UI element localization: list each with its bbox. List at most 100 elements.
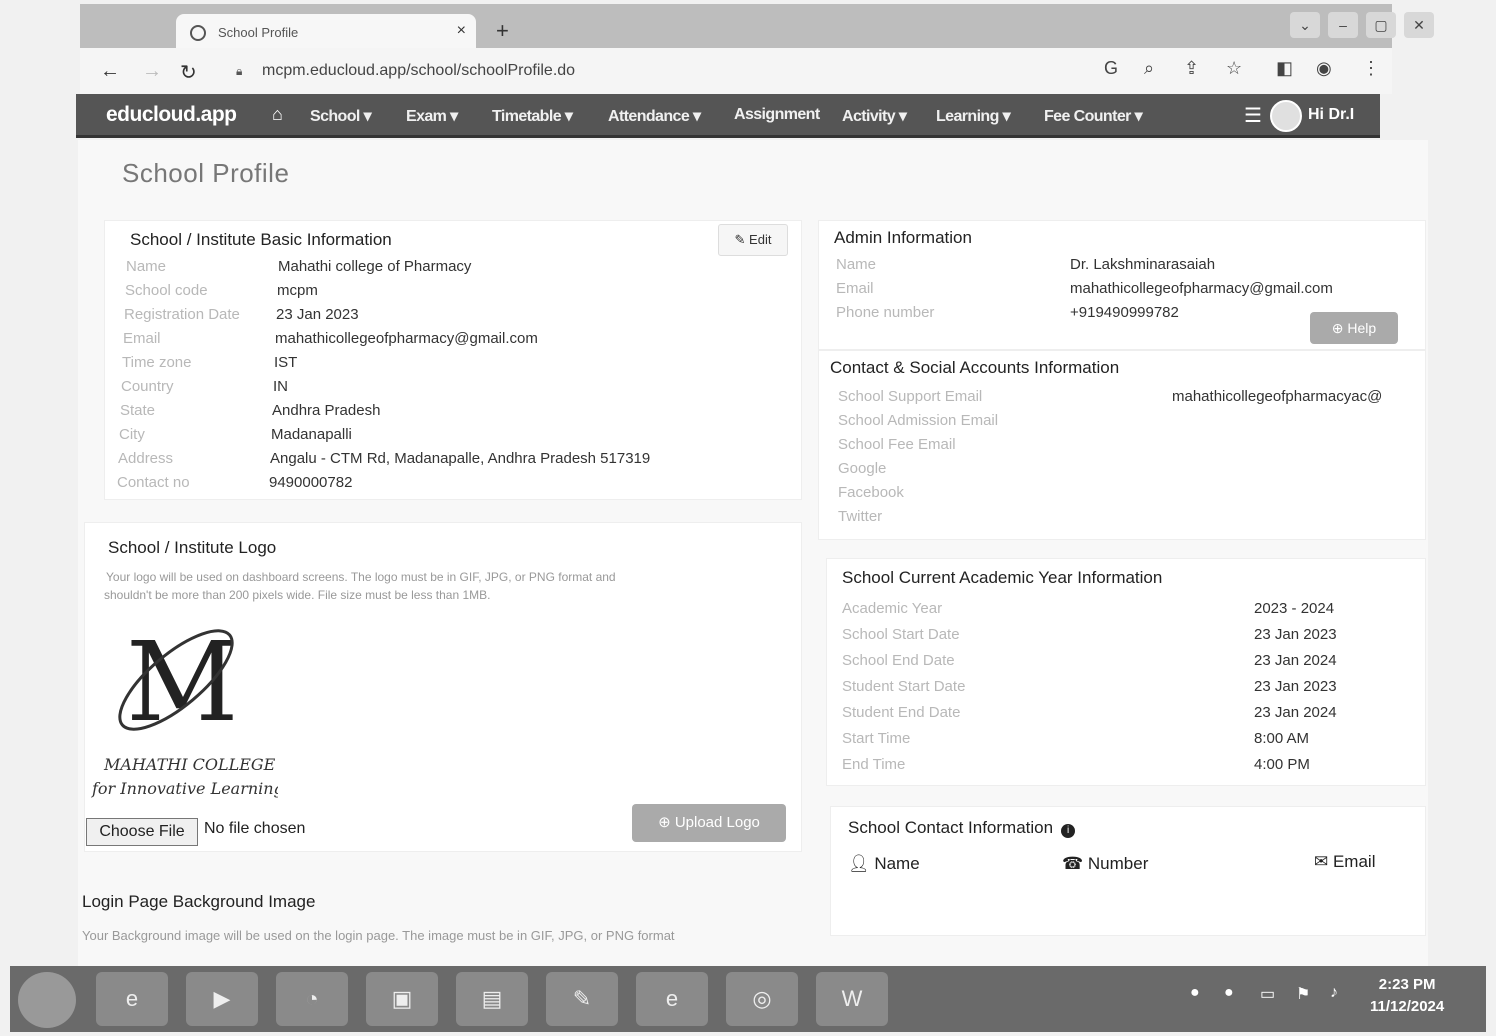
contact-social-label: School Fee Email: [838, 436, 956, 453]
contact-social-label: Twitter: [838, 508, 883, 525]
admin-info-value: Dr. Lakshminarasaiah: [1070, 256, 1216, 273]
word-icon[interactable]: W: [816, 972, 888, 1026]
hamburger-menu-icon[interactable]: ☰: [1244, 103, 1262, 128]
academic-year-value: 23 Jan 2024: [1254, 652, 1337, 669]
contact-social-label: School Support Email: [838, 388, 983, 405]
ie-icon[interactable]: e: [96, 972, 168, 1026]
address-bar: ← → ↻ 🔒︎ mcpm.educloud.app/school/school…: [80, 48, 1392, 94]
nav-assignment[interactable]: Assignment: [734, 106, 820, 124]
home-icon[interactable]: ⌂: [272, 104, 283, 125]
paint-icon[interactable]: ✎: [546, 972, 618, 1026]
academic-year-label: End Time: [842, 756, 906, 773]
basic-info-value: Angalu - CTM Rd, Madanapalle, Andhra Pra…: [270, 450, 651, 467]
window-controls: ⌄ – ▢ ✕: [1290, 12, 1434, 38]
edge-icon[interactable]: e: [636, 972, 708, 1026]
brand-logo[interactable]: educloud.app: [106, 103, 237, 127]
logo-heading: School / Institute Logo: [108, 538, 277, 557]
back-arrow-icon[interactable]: ←: [100, 60, 120, 83]
admin-info-heading: Admin Information: [834, 228, 972, 247]
sidebar-icon[interactable]: ◧: [1276, 58, 1293, 79]
new-tab-button[interactable]: +: [496, 18, 509, 44]
academic-year-label: School End Date: [842, 652, 955, 669]
share-icon[interactable]: ⇪: [1184, 58, 1199, 79]
edit-button[interactable]: ✎ Edit: [718, 224, 788, 256]
lock-icon[interactable]: 🔒︎: [236, 64, 242, 79]
nav-timetable[interactable]: Timetable ▾: [492, 106, 573, 126]
browser-tab[interactable]: School Profile ×: [176, 14, 476, 52]
academic-year-value: 2023 - 2024: [1254, 600, 1335, 617]
basic-info-label: Name: [126, 258, 167, 275]
profile-icon[interactable]: ◉: [1316, 58, 1332, 79]
avatar[interactable]: [1270, 100, 1302, 132]
reload-icon[interactable]: ↻: [180, 60, 197, 85]
admin-info-value: +919490999782: [1070, 304, 1179, 321]
academic-year-label: Start Time: [842, 730, 911, 747]
basic-info-value: 9490000782: [269, 474, 353, 491]
chrome-icon[interactable]: ◎: [726, 972, 798, 1026]
help-button[interactable]: ⊕ Help: [1310, 312, 1398, 344]
academic-year-value: 23 Jan 2023: [1254, 626, 1337, 643]
svg-text:MAHATHI COLLEGE: MAHATHI COLLEGE: [103, 755, 276, 774]
google-icon[interactable]: G: [1104, 58, 1118, 79]
basic-info-label: School code: [125, 282, 208, 299]
forward-arrow-icon[interactable]: →: [142, 60, 162, 83]
basic-info-label: Contact no: [117, 474, 190, 491]
basic-info-value: IST: [274, 354, 298, 371]
flag-icon[interactable]: ⚑: [1296, 984, 1310, 1004]
user-greeting[interactable]: Hi Dr.I: [1308, 106, 1354, 124]
nav-fee-counter[interactable]: Fee Counter ▾: [1044, 106, 1143, 126]
maximize-icon[interactable]: ▢: [1366, 12, 1396, 38]
academic-year-label: Academic Year: [842, 600, 943, 617]
network-icon[interactable]: ▭: [1260, 984, 1275, 1004]
nav-school[interactable]: School ▾: [310, 106, 372, 126]
info-icon[interactable]: i: [1061, 824, 1076, 838]
menu-dots-icon[interactable]: ⋮: [1362, 58, 1380, 79]
basic-info-value: Mahathi college of Pharmacy: [278, 258, 472, 275]
clock-time: 2:23 PM: [1378, 976, 1436, 993]
choose-file-button[interactable]: Choose File: [86, 818, 198, 846]
volume-icon[interactable]: ♪: [1330, 984, 1338, 1002]
nav-attendance[interactable]: Attendance ▾: [608, 106, 701, 126]
admin-info-label: Email: [836, 280, 874, 297]
basic-info-label: Time zone: [122, 354, 192, 371]
tab-close-icon[interactable]: ×: [457, 22, 466, 40]
media-icon[interactable]: ▶: [186, 972, 258, 1026]
nav-activity[interactable]: Activity ▾: [842, 106, 907, 126]
admin-info-value: mahathicollegeofpharmacy@gmail.com: [1070, 280, 1333, 297]
url-field[interactable]: mcpm.educloud.app/school/schoolProfile.d…: [262, 62, 575, 80]
start-button[interactable]: [18, 972, 76, 1028]
nav-learning[interactable]: Learning ▾: [936, 106, 1011, 126]
academic-year-label: Student Start Date: [842, 678, 966, 695]
nav-exam[interactable]: Exam ▾: [406, 106, 458, 126]
firefox-icon[interactable]: ◔: [276, 972, 348, 1026]
basic-info-label: City: [119, 426, 145, 443]
upload-logo-button[interactable]: ⊕ Upload Logo: [632, 804, 786, 842]
tab-search-icon[interactable]: ⌄: [1290, 12, 1320, 38]
col-number-header: ☎︎ Number: [1062, 854, 1149, 873]
col-email-header: ✉︎ Email: [1314, 852, 1376, 871]
logo-note-line2: shouldn't be more than 200 pixels wide. …: [104, 588, 491, 602]
system-clock[interactable]: 2:23 PM 11/12/2024: [1370, 974, 1444, 1018]
basic-info-value: 23 Jan 2023: [276, 306, 359, 323]
contact-social-value: mahathicollegeofpharmacyac@: [1172, 388, 1383, 405]
tray-app-icon-2[interactable]: ●: [1224, 984, 1234, 1002]
zoom-icon[interactable]: ⌕: [1144, 58, 1154, 79]
folder-icon[interactable]: ▤: [456, 972, 528, 1026]
contact-social-label: School Admission Email: [838, 412, 999, 429]
academic-year-label: Student End Date: [842, 704, 961, 721]
basic-info-value: Andhra Pradesh: [272, 402, 381, 419]
admin-info-label: Phone number: [836, 304, 935, 321]
academic-year-value: 4:00 PM: [1254, 756, 1310, 773]
photo-icon[interactable]: ▣: [366, 972, 438, 1026]
star-icon[interactable]: ☆: [1226, 58, 1242, 79]
tray-app-icon-1[interactable]: ●: [1190, 984, 1200, 1002]
admin-info-label: Name: [836, 256, 877, 273]
school-contact-heading: School Contact Information i: [848, 818, 1076, 838]
basic-info-value: IN: [273, 378, 288, 395]
basic-info-label: Email: [123, 330, 161, 347]
page-title: School Profile: [122, 158, 290, 188]
window-close-icon[interactable]: ✕: [1404, 12, 1434, 38]
browser-tab-strip: School Profile × + ⌄ – ▢ ✕: [80, 4, 1434, 52]
academic-year-label: School Start Date: [842, 626, 960, 643]
minimize-icon[interactable]: –: [1328, 12, 1358, 38]
